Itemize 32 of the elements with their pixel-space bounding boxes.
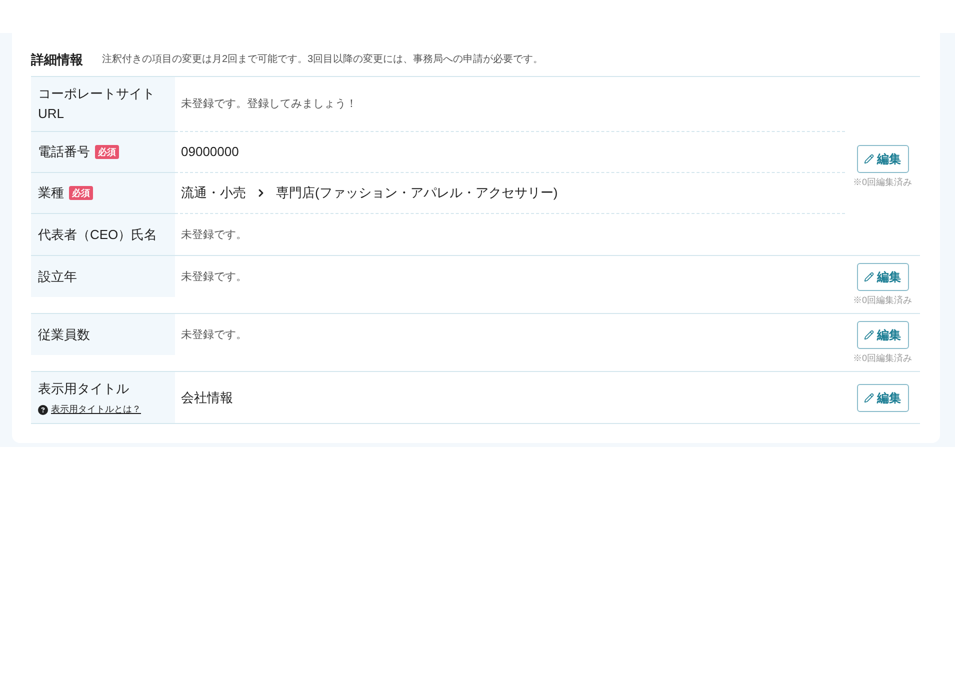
field-label: 表示用タイトル [38, 380, 129, 398]
field-label: コーポレートサイトURL [38, 85, 156, 123]
pencil-icon [864, 392, 874, 402]
section-note: 注釈付きの項目の変更は月2回まで可能です。3回目以降の変更には、事務局への申請が必要です。 [102, 52, 544, 67]
category-text: 流通・小売 [181, 184, 246, 202]
edit-count-note: ※0回編集済み [852, 352, 912, 364]
field-value: 09000000 [181, 143, 239, 161]
help-link[interactable]: 表示用タイトルとは？ [51, 403, 141, 416]
field-label: 設立年 [38, 268, 77, 286]
category-text: 専門店(ファッション・アパレル・アクセサリー) [276, 184, 558, 202]
unregistered-text: 未登録です。登録してみましょう！ [181, 97, 357, 112]
unregistered-text: 未登録です。 [181, 328, 247, 342]
pencil-icon [864, 330, 874, 340]
section-title: 詳細情報 [31, 50, 83, 69]
pencil-icon [864, 154, 874, 164]
unregistered-text: 未登録です。 [181, 228, 247, 242]
field-label: 業種 [38, 184, 64, 202]
edit-button[interactable]: 編集 [856, 384, 908, 412]
field-label: 電話番号 [38, 143, 90, 161]
edit-button[interactable]: 編集 [856, 263, 908, 291]
edit-count-note: ※0回編集済み [852, 294, 912, 306]
edit-button[interactable]: 編集 [856, 144, 908, 172]
required-badge: 必須 [95, 145, 119, 159]
field-value: 会社情報 [181, 388, 233, 406]
required-badge: 必須 [69, 186, 93, 200]
edit-count-note: ※0回編集済み [852, 176, 912, 188]
edit-button[interactable]: 編集 [856, 321, 908, 349]
field-label: 代表者（CEO）氏名 [38, 226, 158, 244]
field-label: 従業員数 [38, 326, 90, 344]
pencil-icon [864, 272, 874, 282]
help-icon [38, 404, 48, 414]
unregistered-text: 未登録です。 [181, 270, 247, 284]
